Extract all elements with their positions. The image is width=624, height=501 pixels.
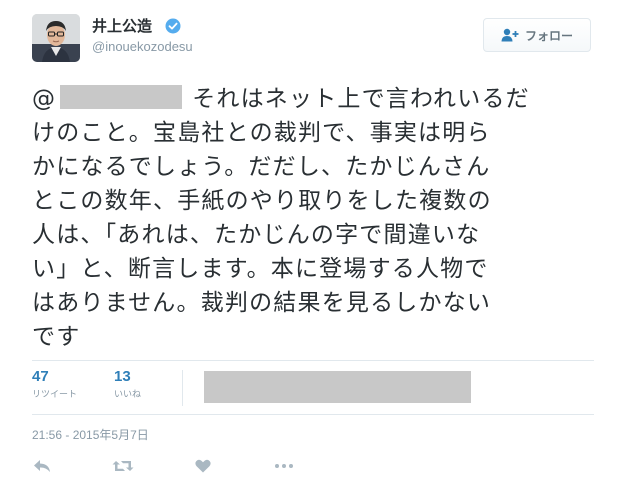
follow-button-label: フォロー: [524, 28, 573, 43]
retweet-button[interactable]: [111, 456, 135, 476]
avatar-image: [32, 14, 80, 62]
mention-prefix: @: [32, 86, 57, 112]
like-count-value: 13: [114, 368, 131, 385]
like-count[interactable]: 13 いいね: [114, 368, 141, 402]
tweet-line: @ それはネット上で言われいるだ: [32, 82, 612, 116]
timestamp[interactable]: 21:56 - 2015年5月7日: [32, 426, 149, 443]
avatar[interactable]: [32, 14, 80, 62]
tweet-line: です: [32, 324, 81, 350]
tweet-line: とこの数年、手紙のやり取りをした複数の: [32, 188, 492, 214]
tweet-line: けのこと。宝島社との裁判で、事実は明ら: [32, 120, 491, 146]
display-name[interactable]: 井上公造: [92, 16, 152, 36]
retweet-count[interactable]: 47 リツイート: [32, 368, 77, 402]
more-button[interactable]: [272, 456, 296, 476]
divider: [32, 414, 594, 415]
retweet-icon: [112, 461, 134, 471]
retweet-count-value: 47: [32, 368, 49, 385]
tweet-line: い」と、断言します。本に登場する人物で: [32, 256, 489, 282]
screen-name[interactable]: @inouekozodesu: [92, 39, 193, 55]
follow-button[interactable]: フォロー: [483, 18, 591, 52]
add-user-icon: [501, 28, 519, 42]
divider: [32, 360, 594, 361]
tweet-line: 人は、「あれは、たかじんの字で間違いな: [32, 222, 481, 248]
like-button[interactable]: [193, 456, 213, 476]
tweet-line: はありません。裁判の結果を見るしかない: [32, 290, 492, 316]
verified-badge-icon: [165, 18, 181, 34]
redacted-likers: [204, 371, 471, 403]
redacted-mention: [60, 85, 183, 109]
like-count-label: いいね: [114, 390, 142, 400]
tweet-line-text: それはネット上で言われいるだ: [192, 86, 530, 112]
stats-divider: [182, 370, 183, 406]
reply-button[interactable]: [32, 456, 52, 476]
reply-icon: [34, 460, 50, 472]
tweet-text: @ それはネット上で言われいるだ けのこと。宝島社との裁判で、事実は明ら かになる…: [32, 82, 612, 354]
tweet-card: 井上公造 @inouekozodesu フォロー @ それはネット上で言われいるだ…: [0, 0, 624, 501]
more-icon: [275, 464, 293, 468]
like-icon: [195, 459, 211, 473]
tweet-line: かになるでしょう。だだし、たかじんさん: [32, 154, 491, 180]
retweet-count-label: リツイート: [32, 390, 78, 400]
